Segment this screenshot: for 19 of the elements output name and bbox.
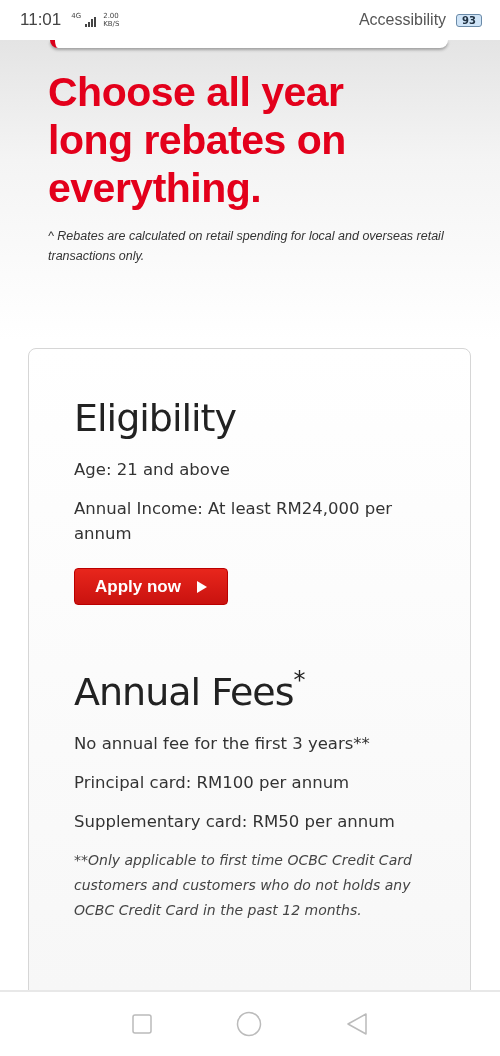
section-title: Annual Fees$^{*}$	[74, 665, 306, 716]
back-icon[interactable]	[346, 1012, 368, 1036]
home-icon[interactable]	[236, 1011, 262, 1037]
info-text: Principal card: RM100 per annum	[74, 772, 351, 794]
recents-icon[interactable]	[132, 1014, 152, 1034]
signal-icon	[85, 17, 98, 27]
info-text: Supplementary card: RM50 per annum	[74, 811, 396, 833]
play-icon	[196, 580, 207, 593]
disclaimer-text: **Only applicable to first time OCBC Credit Card customers and customers who do not holds any OCBC Credit Card in the past 12 months.	[74, 851, 413, 920]
clock: 11:01	[20, 10, 62, 30]
info-text: Annual Income: At least RM24,000 per annum	[74, 498, 394, 545]
info-text: No annual fee for the first 3 years**	[74, 733, 371, 755]
info-text: Age: 21 and above	[74, 459, 231, 481]
headline: Choose all year long rebates on everything.	[48, 68, 347, 212]
apply-button[interactable]: Apply now	[74, 568, 228, 605]
section-title: Eligibility	[74, 395, 237, 442]
accessibility-label: Accessibility	[358, 11, 447, 29]
battery-indicator: 93	[456, 13, 482, 27]
footnote: ^ Rebates are calculated on retail spending for local and overseas retail transactions only.	[48, 228, 445, 265]
